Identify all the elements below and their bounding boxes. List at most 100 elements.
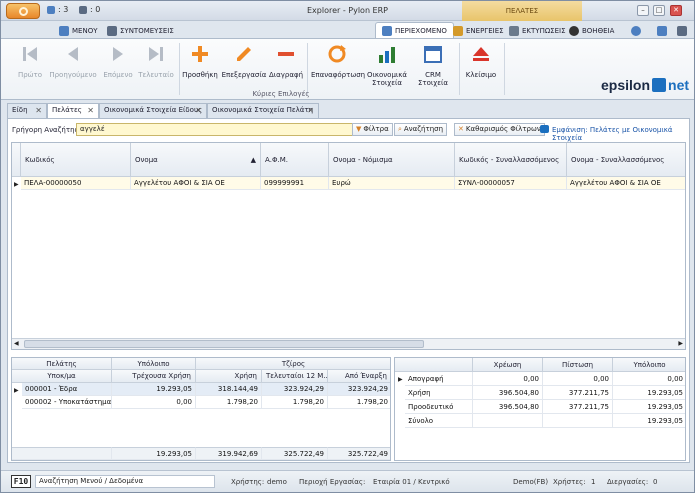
crm-button[interactable]: CRM Στοιχεία xyxy=(411,43,455,87)
filters-button[interactable]: ▼ Φίλτρα xyxy=(352,123,393,136)
doc-tab-item-financials[interactable]: Οικονομικά Στοιχεία Είδους ✕ xyxy=(99,103,207,118)
first-button[interactable]: Πρώτο xyxy=(15,43,45,79)
cell-name[interactable]: Αγγελέτου ΑΦΟΙ & ΣΙΑ ΟΕ xyxy=(131,177,261,190)
cell-last-12m[interactable]: 1.798,20 xyxy=(262,396,328,409)
doc-tab-items[interactable]: Είδη ✕ xyxy=(7,103,47,118)
next-icon xyxy=(113,47,123,61)
col-header-year[interactable]: Χρήση xyxy=(196,370,262,383)
cell-debit[interactable]: 396.504,80 xyxy=(473,400,543,414)
cell-credit[interactable]: 377.211,75 xyxy=(543,386,613,400)
options-button[interactable] xyxy=(671,22,693,39)
show-customers-link[interactable]: Εμφάνιση: Πελάτες με Οικονομικά Στοιχεία xyxy=(552,126,689,142)
col-header-since-start[interactable]: Από Έναρξη xyxy=(328,370,390,383)
close-window-button[interactable]: ✕ xyxy=(670,5,682,16)
cell-balance[interactable]: 19.293,05 xyxy=(613,400,685,414)
cell-trader-name[interactable]: Αγγελέτου ΑΦΟΙ & ΣΙΑ ΟΕ xyxy=(567,177,685,190)
delete-button[interactable]: Διαγραφή xyxy=(269,43,303,79)
scroll-right-icon[interactable]: ▶ xyxy=(678,340,683,347)
cell-branch[interactable]: 000001 - Έδρα xyxy=(22,383,112,396)
col-header-currency[interactable]: Ονομα - Νόμισμα xyxy=(329,143,455,177)
cell-trader-code[interactable]: ΣΥΝΛ-00000057 xyxy=(455,177,567,190)
scroll-left-icon[interactable]: ◀ xyxy=(14,340,19,347)
menu-data-search-input[interactable]: Αναζήτηση Μενού / Δεδομένα xyxy=(35,475,215,488)
shortcuts-button[interactable]: ΣΥΝΤΟΜΕΥΣΕΙΣ xyxy=(101,22,180,39)
search-button[interactable]: ⌕ Αναζήτηση xyxy=(394,123,448,136)
clear-filters-label: Καθαρισμός Φίλτρων xyxy=(465,125,541,133)
database-value: Demo(FB) xyxy=(513,478,549,486)
financials-button[interactable]: Οικονομικά Στοιχεία xyxy=(365,43,409,87)
previous-label: Προηγούμενο xyxy=(49,71,97,79)
cell-since-start[interactable]: 1.798,20 xyxy=(328,396,390,409)
cell-debit[interactable] xyxy=(473,414,543,428)
f10-key-badge[interactable]: F10 xyxy=(11,475,31,488)
cell-period[interactable]: Απογραφή xyxy=(405,372,473,386)
cell-credit[interactable] xyxy=(543,414,613,428)
close-tab-icon[interactable]: ✕ xyxy=(307,104,314,117)
previous-button[interactable]: Προηγούμενο xyxy=(49,43,97,79)
cell-debit[interactable]: 0,00 xyxy=(473,372,543,386)
quick-search-input[interactable]: αγγελέ xyxy=(76,123,356,136)
col-header-branch[interactable]: Υποκ/μα xyxy=(12,370,112,383)
user-icon xyxy=(631,25,641,36)
last-label: Τελευταίο xyxy=(138,71,174,79)
close-tab-icon[interactable]: ✕ xyxy=(195,104,202,117)
doc-tab-label: Πελάτες xyxy=(52,106,82,114)
doc-tab-customer-financials[interactable]: Οικονομικά Στοιχεία Πελάτη ✕ xyxy=(207,103,319,118)
cell-current-year[interactable]: 19.293,05 xyxy=(112,383,196,396)
minimize-button[interactable]: – xyxy=(637,5,649,16)
cell-year[interactable]: 318.144,49 xyxy=(196,383,262,396)
add-button[interactable]: Προσθήκη xyxy=(181,43,219,79)
close-tab-icon[interactable]: ✕ xyxy=(35,104,42,117)
window-title: Explorer - Pylon ERP xyxy=(306,6,388,15)
cell-since-start[interactable]: 323.924,29 xyxy=(328,383,390,396)
edit-button[interactable]: Επεξεργασία xyxy=(221,43,267,79)
col-header-code[interactable]: Κωδικός xyxy=(21,143,131,177)
tab-help[interactable]: ΒΟΗΘΕΙΑ xyxy=(563,22,620,39)
user-menu-button[interactable] xyxy=(625,22,647,39)
scrollbar-thumb[interactable] xyxy=(24,340,424,348)
col-header-trader-name[interactable]: Ονομα - Συναλλασσόμενος xyxy=(567,143,685,177)
col-header-credit[interactable]: Πίστωση xyxy=(543,358,613,372)
clear-filters-button[interactable]: ✕ Καθαρισμός Φίλτρων xyxy=(454,123,545,136)
cell-code[interactable]: ΠΕΛΑ-00000050 xyxy=(21,177,131,190)
tab-content[interactable]: ΠΕΡΙΕΧΟΜΕΝΟ xyxy=(375,22,454,39)
col-header-trader-code[interactable]: Κωδικός - Συναλλασσόμενος xyxy=(455,143,567,177)
last-button[interactable]: Τελευταίο xyxy=(137,43,175,79)
doc-tab-customers[interactable]: Πελάτες ✕ xyxy=(47,103,99,119)
cell-period[interactable]: Προοδευτικό xyxy=(405,400,473,414)
cell-period[interactable]: Σύνολο xyxy=(405,414,473,428)
close-label: Κλείσιμο xyxy=(465,71,497,79)
horizontal-scrollbar[interactable]: ◀ ▶ xyxy=(12,338,685,349)
col-header-debit[interactable]: Χρέωση xyxy=(473,358,543,372)
quick-search-bar: Γρήγορη Αναζήτηση αγγελέ ▼ Φίλτρα ⌕ Αναζήτ… xyxy=(8,121,689,142)
cell-last-12m[interactable]: 323.924,29 xyxy=(262,383,328,396)
cell-vat[interactable]: 099999991 xyxy=(261,177,329,190)
cell-debit[interactable]: 396.504,80 xyxy=(473,386,543,400)
cell-period[interactable]: Χρήση xyxy=(405,386,473,400)
maximize-button[interactable]: □ xyxy=(653,5,665,16)
cell-balance[interactable]: 0,00 xyxy=(613,372,685,386)
col-header-vat[interactable]: Α.Φ.Μ. xyxy=(261,143,329,177)
cell-branch[interactable]: 000002 - Υποκατάστημα... xyxy=(22,396,112,409)
pencil-icon xyxy=(237,47,251,61)
col-header-last-12m[interactable]: Τελευταίοι 12 Μ... xyxy=(262,370,328,383)
cell-year[interactable]: 1.798,20 xyxy=(196,396,262,409)
reload-button[interactable]: Επαναφόρτωση xyxy=(311,43,365,79)
tab-actions[interactable]: ΕΝΕΡΓΕΙΕΣ xyxy=(447,22,510,39)
menu-button[interactable]: ΜΕΝΟΥ xyxy=(53,22,103,39)
cell-credit[interactable]: 0,00 xyxy=(543,372,613,386)
cell-balance[interactable]: 19.293,05 xyxy=(613,386,685,400)
cell-current-year[interactable]: 0,00 xyxy=(112,396,196,409)
tab-prints[interactable]: ΕΚΤΥΠΩΣΕΙΣ xyxy=(503,22,572,39)
cell-credit[interactable]: 377.211,75 xyxy=(543,400,613,414)
edit-label: Επεξεργασία xyxy=(221,71,267,79)
next-button[interactable]: Επόμενο xyxy=(101,43,135,79)
home-button[interactable] xyxy=(651,22,673,39)
close-button[interactable]: Κλείσιμο xyxy=(463,43,499,79)
close-tab-icon[interactable]: ✕ xyxy=(87,104,94,117)
col-header-balance[interactable]: Υπόλοιπο xyxy=(613,358,685,372)
cell-currency[interactable]: Ευρώ xyxy=(329,177,455,190)
cell-balance[interactable]: 19.293,05 xyxy=(613,414,685,428)
col-header-name[interactable]: Ονομα ▲ xyxy=(131,143,261,177)
col-header-current-year[interactable]: Τρέχουσα Χρήση xyxy=(112,370,196,383)
